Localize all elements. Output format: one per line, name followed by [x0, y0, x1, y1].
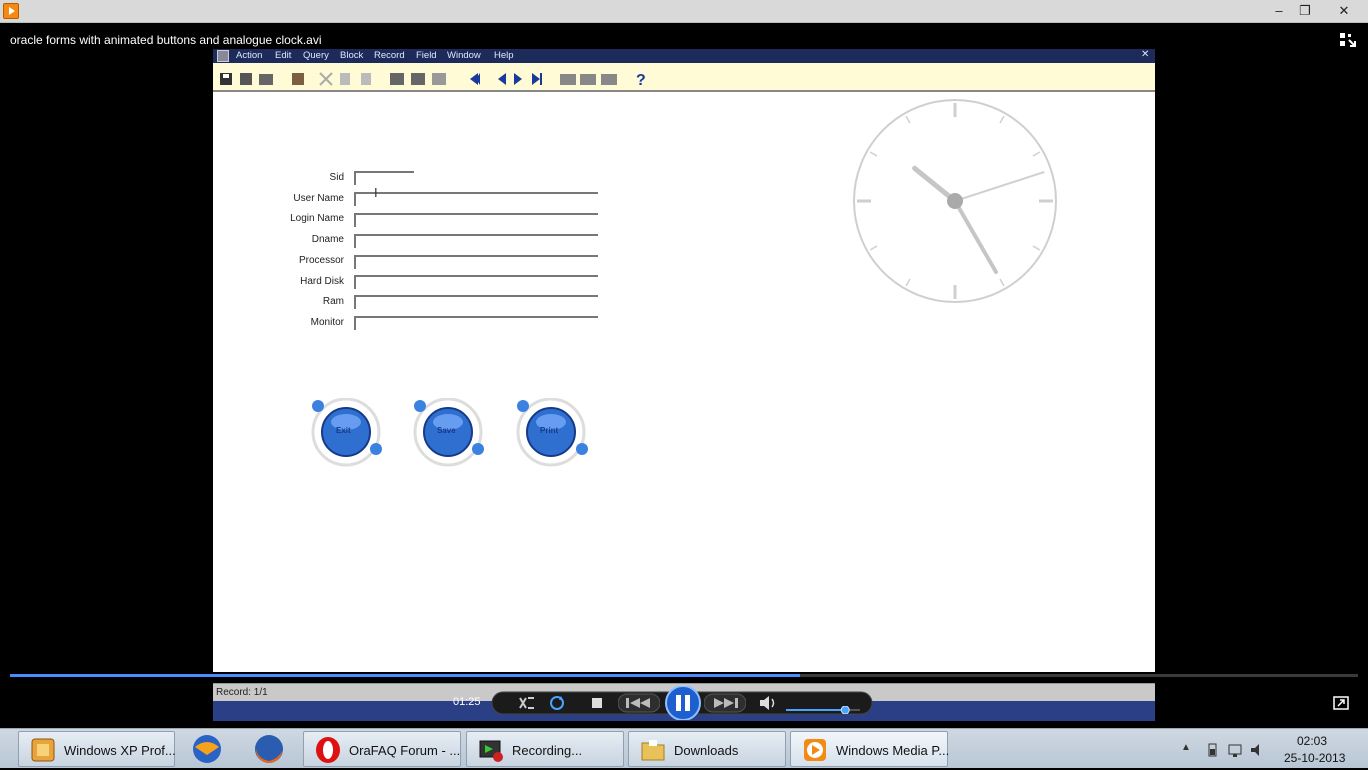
taskbar-item-label: OraFAQ Forum - ...: [349, 743, 461, 758]
exit-button-label: Exit: [336, 426, 351, 435]
label-login-name: Login Name: [290, 213, 344, 224]
show-hidden-icons[interactable]: ▲: [1181, 742, 1191, 753]
pause-button[interactable]: [663, 685, 703, 725]
menu-record: Record: [374, 50, 405, 61]
monitor-field[interactable]: [354, 316, 598, 330]
sid-field[interactable]: [354, 171, 414, 185]
media-player-icon: [801, 736, 829, 764]
previous-icon[interactable]: [617, 693, 661, 718]
playback-controls: [490, 685, 875, 721]
menu-block: Block: [340, 50, 364, 61]
clock-tick: [869, 151, 878, 157]
user-name-field[interactable]: [354, 192, 598, 206]
analogue-clock: [853, 99, 1057, 303]
next-icon[interactable]: [703, 693, 747, 718]
switch-to-library-icon[interactable]: [1339, 32, 1357, 48]
media-player-icon[interactable]: [3, 3, 19, 19]
label-ram: Ram: [322, 296, 344, 307]
folder-icon: [639, 736, 667, 764]
clock-minute-hand: [953, 199, 998, 275]
close-button[interactable]: ✕: [1326, 0, 1362, 22]
save-button[interactable]: Save: [412, 397, 492, 468]
clock-tick: [1032, 245, 1041, 251]
svg-text:?: ?: [636, 72, 646, 87]
shuffle-icon[interactable]: [518, 694, 536, 717]
virtualbox-icon: [29, 736, 57, 764]
hard-disk-field[interactable]: [354, 275, 598, 289]
opera-icon: [314, 736, 342, 764]
title-bar: – ❐ ✕: [0, 0, 1368, 23]
taskbar-clock-date: 25-10-2013: [1284, 751, 1346, 765]
menu-edit: Edit: [275, 50, 292, 61]
label-sid: Sid: [329, 172, 344, 183]
volume-icon[interactable]: [758, 694, 778, 717]
label-dname: Dname: [311, 234, 344, 245]
label-hard-disk: Hard Disk: [300, 276, 344, 287]
taskbar-item-downloads[interactable]: Downloads: [628, 731, 786, 767]
text-cursor-icon: I: [374, 185, 378, 200]
print-button-label: Print: [540, 426, 559, 435]
clock-tick: [999, 115, 1005, 124]
clock-tick: [999, 278, 1005, 287]
recorder-icon: [477, 736, 505, 764]
clock-tick: [1032, 151, 1041, 157]
menu-query: Query: [303, 50, 329, 61]
seek-bar-fill: [10, 674, 800, 677]
menu-field: Field: [416, 50, 437, 61]
exit-button[interactable]: Exit: [309, 397, 389, 468]
repeat-icon[interactable]: [548, 694, 566, 717]
clock-tick: [905, 278, 911, 287]
clock-second-hand: [954, 171, 1045, 202]
oracle-toolbar: ?: [213, 63, 1155, 92]
video-title: oracle forms with animated buttons and a…: [10, 33, 322, 47]
clock-center: [947, 193, 963, 209]
login-name-field[interactable]: [354, 213, 598, 227]
label-processor: Processor: [298, 255, 344, 266]
taskbar-item-label: Windows XP Prof...: [64, 743, 176, 758]
fullscreen-toggle-icon[interactable]: [1333, 696, 1349, 710]
stop-icon[interactable]: [590, 696, 604, 715]
taskbar-item-media-player[interactable]: Windows Media P...: [790, 731, 950, 767]
taskbar-item-opera[interactable]: OraFAQ Forum - ...: [303, 731, 461, 767]
clock-tick: [905, 115, 911, 124]
ram-field[interactable]: [354, 295, 598, 309]
oracle-forms-icon: [217, 50, 229, 62]
volume-slider[interactable]: [786, 701, 866, 719]
inner-close-icon: ✕: [1141, 49, 1150, 60]
tray-icons[interactable]: [1207, 742, 1279, 758]
taskbar-item-virtualbox[interactable]: Windows XP Prof...: [18, 731, 176, 767]
print-button[interactable]: Print: [515, 397, 595, 468]
oracle-menu-bar: Action Edit Query Block Record Field Win…: [213, 49, 1155, 63]
menu-window: Window: [447, 50, 481, 61]
seek-bar[interactable]: [10, 674, 1358, 677]
time-elapsed: 01:25: [453, 696, 481, 708]
processor-field[interactable]: [354, 255, 598, 269]
firefox-icon[interactable]: [252, 733, 286, 765]
save-button-label: Save: [437, 426, 456, 435]
record-status: Record: 1/1: [216, 687, 268, 698]
taskbar-item-label: Recording...: [512, 743, 583, 758]
thunderbird-icon[interactable]: [190, 733, 224, 765]
video-frame[interactable]: Action Edit Query Block Record Field Win…: [213, 49, 1155, 721]
toolbar-icons: ?: [220, 72, 646, 87]
clock-tick: [869, 245, 878, 251]
menu-action: Action: [236, 50, 263, 61]
taskbar-item-label: Windows Media P...: [836, 743, 950, 758]
taskbar-item-recording[interactable]: Recording...: [466, 731, 624, 767]
label-user-name: User Name: [293, 193, 344, 204]
taskbar-clock-time: 02:03: [1297, 734, 1328, 748]
dname-field[interactable]: [354, 234, 598, 248]
label-monitor: Monitor: [310, 317, 344, 328]
windows-taskbar: Windows XP Prof... OraFAQ Forum - ... Re…: [0, 728, 1368, 768]
taskbar-item-label: Downloads: [674, 743, 739, 758]
restore-button[interactable]: ❐: [1290, 0, 1320, 22]
menu-help: Help: [494, 50, 514, 61]
